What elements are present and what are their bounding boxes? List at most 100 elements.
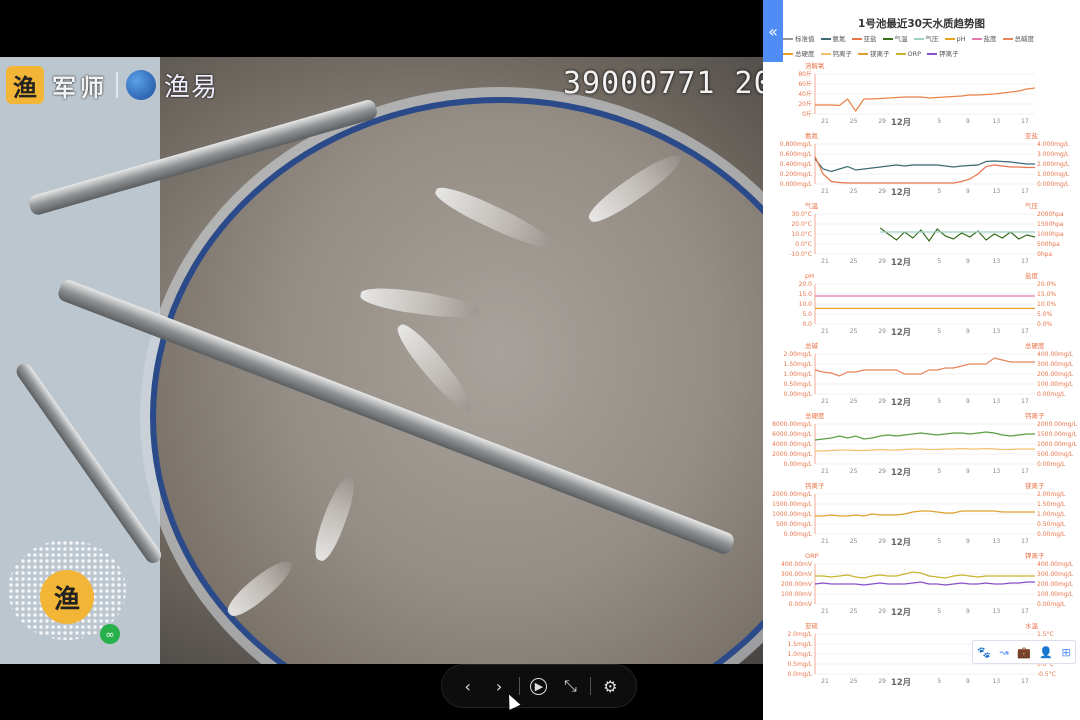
left-tick-label: 5.0: [802, 311, 812, 318]
month-label: 12月: [891, 258, 911, 268]
legend-item[interactable]: 氨氮: [820, 32, 846, 47]
logo-badge: 渔: [6, 66, 44, 104]
controls-divider: [518, 677, 520, 695]
right-tick-label: 4.000mg/L: [1037, 141, 1070, 148]
controls-divider: [589, 677, 591, 695]
series-line: [814, 158, 1035, 173]
legend-item[interactable]: 气压: [913, 32, 939, 47]
legend-item[interactable]: 气温: [882, 32, 908, 47]
toolbox-button[interactable]: 🐾: [977, 646, 991, 659]
series-line: [814, 431, 1035, 441]
right-tick-label: 0.00mg/L: [1037, 601, 1066, 608]
x-tick-label: 17: [1021, 608, 1029, 615]
left-tick-label: 1.50mg/L: [784, 361, 813, 368]
legend-item[interactable]: 总碱度: [1002, 32, 1035, 47]
left-tick-label: 1000.00mg/L: [772, 511, 812, 518]
toolbox-button[interactable]: 👤: [1039, 646, 1053, 659]
legend-item[interactable]: 亚盐: [851, 32, 877, 47]
legend-label: 总碱度: [1014, 35, 1035, 43]
play-button[interactable]: ▶: [527, 674, 551, 698]
x-tick-label: 13: [993, 398, 1001, 405]
x-tick-label: 21: [821, 258, 829, 265]
trend-chart: 钙离子 镁离子 2000.00mg/L 1500.00mg/L 1000.00mg/L 5…: [763, 480, 1080, 550]
trend-chart: pH 盐度 20.0 15.0 10.0 5.0 0.0 20.0% 15.0% 10.0% 5.0…: [763, 270, 1080, 340]
left-tick-label: 8000.00mg/L: [772, 421, 812, 428]
previous-button[interactable]: ‹: [456, 674, 480, 698]
x-tick-label: 9: [966, 328, 970, 335]
legend-label: 亚盐: [863, 35, 877, 43]
x-tick-label: 17: [1021, 258, 1029, 265]
left-tick-label: 2.0mg/L: [787, 631, 812, 638]
left-tick-label: 0.00mg/L: [784, 531, 813, 538]
left-tick-label: 300.00mV: [781, 571, 813, 578]
x-tick-label: 21: [821, 678, 829, 685]
legend-label: 氨氮: [832, 35, 846, 43]
month-label: 12月: [891, 398, 911, 408]
right-tick-label: 1.000mg/L: [1037, 171, 1070, 178]
video-view[interactable]: 渔 军师 渔易 39000771 20 渔 ∞ ‹ › ▶ ⤡ ⚙: [0, 0, 763, 720]
fullscreen-button[interactable]: ⤡: [558, 674, 582, 698]
right-tick-label: 200.00mg/L: [1037, 581, 1074, 588]
legend-label: 气压: [925, 35, 939, 43]
x-tick-label: 9: [966, 118, 970, 125]
toolbox-button[interactable]: ⊞: [1062, 646, 1071, 659]
x-tick-label: 21: [821, 328, 829, 335]
trend-chart-svg: 钙离子 镁离子 2000.00mg/L 1500.00mg/L 1000.00mg/L 5…: [772, 481, 1066, 548]
right-tick-label: -0.5°C: [1037, 671, 1056, 678]
right-axis-label: 盐度: [1025, 271, 1039, 280]
trend-chart-svg: 气温 气压 30.0°C 20.0°C 10.0°C 0.0°C -10.0°C 2000hp…: [789, 201, 1064, 268]
left-axis-label: 溶解氧: [805, 61, 825, 70]
x-tick-label: 17: [1021, 118, 1029, 125]
right-tick-label: 1000.00mg/L: [1037, 441, 1077, 448]
month-label: 12月: [891, 538, 911, 548]
month-label: 12月: [891, 608, 911, 618]
left-tick-label: 30.0°C: [791, 211, 812, 218]
left-tick-label: 10.0: [799, 301, 813, 308]
water-quality-panel: « 1号池最近30天水质趋势图 标准值 氨氮 亚盐 气温 气压 pH 盐度 总碱度总硬度 钙离子…: [763, 0, 1080, 720]
series-line: [815, 510, 1035, 517]
x-tick-label: 5: [937, 258, 941, 265]
left-axis-label: 气温: [805, 201, 819, 210]
left-axis-label: pH: [805, 272, 814, 280]
brand-text: 渔易: [164, 72, 219, 103]
legend-item[interactable]: 盐度: [971, 32, 997, 47]
x-tick-label: 29: [878, 678, 886, 685]
right-axis-label: 镁离子: [1025, 481, 1045, 490]
toolbox-button[interactable]: ↝: [999, 646, 1008, 659]
settings-button[interactable]: ⚙: [598, 674, 622, 698]
series-line: [814, 357, 1035, 377]
legend-label: 镁离子: [870, 50, 890, 58]
legend-swatch: [882, 38, 893, 40]
x-tick-label: 5: [937, 468, 941, 475]
left-tick-label: 40斤: [798, 90, 812, 98]
series-line: [815, 87, 1036, 113]
legend-item[interactable]: 标准值: [783, 32, 815, 47]
trend-chart: 氨氮 亚盐 0.800mg/L 0.600mg/L 0.400mg/L 0.200mg/L…: [763, 130, 1080, 200]
chart-toolbox: 🐾 ↝ 💼 👤 ⊞: [972, 640, 1076, 664]
right-tick-label: 1.5°C: [1037, 631, 1054, 638]
right-tick-label: 0.50mg/L: [1037, 521, 1066, 528]
legend-label: 总硬度: [795, 50, 815, 58]
month-label: 12月: [891, 678, 911, 688]
x-tick-label: 29: [878, 398, 886, 405]
trend-chart: 总硬度 钙离子 8000.00mg/L 6000.00mg/L 4000.00mg/L 2…: [763, 410, 1080, 480]
mini-program-code: 渔 ∞: [8, 540, 126, 644]
left-tick-label: 20.0: [799, 281, 813, 288]
trend-chart-svg: 总碱 总硬度 2.00mg/L 1.50mg/L 1.00mg/L 0.50mg/L 0.0…: [784, 341, 1074, 408]
x-tick-label: 29: [878, 328, 886, 335]
right-tick-label: 500hpa: [1037, 241, 1060, 248]
left-tick-label: 80斤: [798, 70, 812, 78]
trend-chart-svg: 总硬度 钙离子 8000.00mg/L 6000.00mg/L 4000.00mg/L 2…: [772, 411, 1077, 478]
x-tick-label: 5: [937, 538, 941, 545]
left-tick-label: 0.400mg/L: [780, 161, 813, 168]
right-tick-label: 15.0%: [1037, 291, 1056, 298]
x-tick-label: 13: [993, 328, 1001, 335]
left-tick-label: 1.0mg/L: [787, 651, 812, 658]
x-tick-label: 25: [850, 608, 858, 615]
toolbox-button[interactable]: 💼: [1017, 646, 1031, 659]
left-tick-label: 0.000mg/L: [780, 181, 813, 188]
right-tick-label: 500.00mg/L: [1037, 451, 1074, 458]
legend-item[interactable]: pH: [944, 32, 966, 47]
x-tick-label: 17: [1021, 468, 1029, 475]
collapse-panel-button[interactable]: «: [763, 0, 783, 62]
